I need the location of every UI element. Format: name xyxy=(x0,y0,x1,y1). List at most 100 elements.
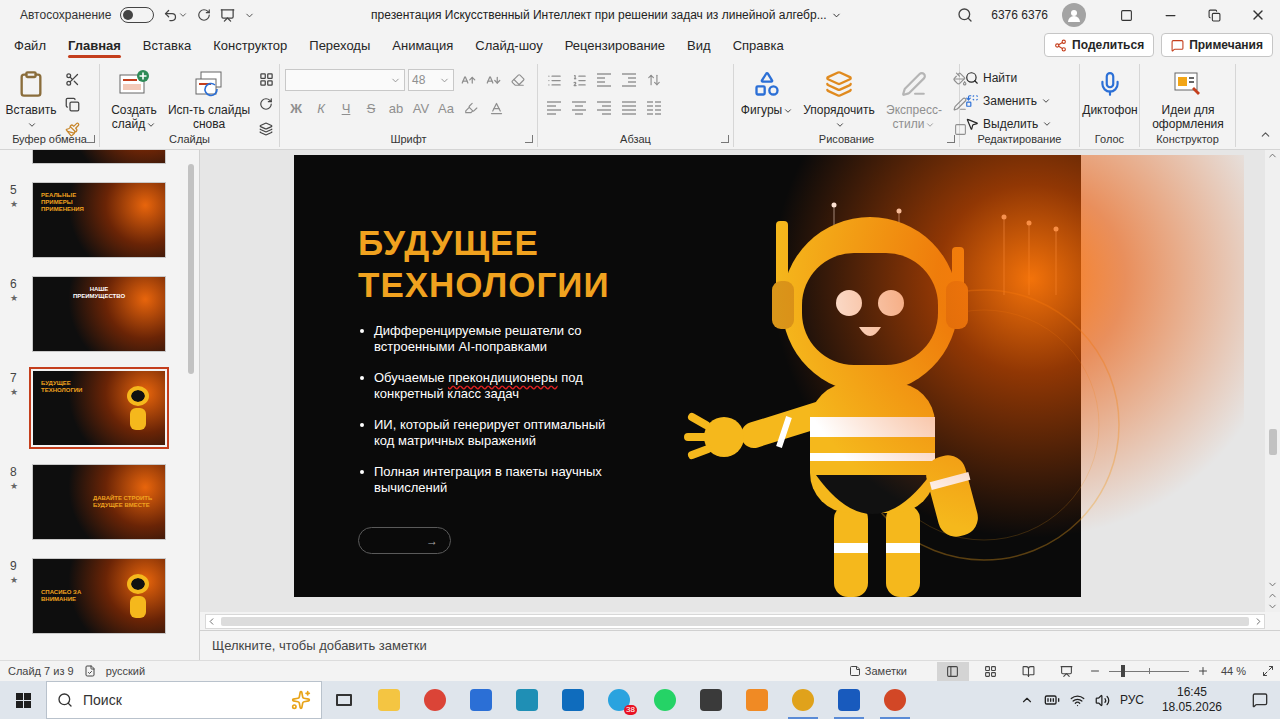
font-style-button[interactable]: AV xyxy=(410,97,432,119)
highlight-button[interactable] xyxy=(460,97,482,119)
slide-thumbnail[interactable]: СПАСИБО ЗА ВНИМАНИЕ xyxy=(33,559,165,633)
taskbar-app[interactable] xyxy=(780,681,826,719)
launcher-icon[interactable] xyxy=(87,135,95,143)
ribbon-tab[interactable]: Главная xyxy=(57,30,132,60)
reset-button[interactable] xyxy=(255,93,277,115)
ribbon-options-button[interactable] xyxy=(1104,0,1148,30)
align-right-button[interactable] xyxy=(593,97,615,119)
scroll-thumb[interactable] xyxy=(221,617,1249,626)
customize-button[interactable] xyxy=(244,10,255,21)
quick-styles-button[interactable]: Экспресс-стили xyxy=(883,66,945,131)
font-name-field[interactable] xyxy=(285,69,405,91)
ribbon-tab[interactable]: Анимация xyxy=(381,30,464,60)
taskbar-app[interactable] xyxy=(734,681,780,719)
taskbar-app[interactable] xyxy=(688,681,734,719)
close-button[interactable] xyxy=(1236,0,1280,30)
taskbar-app[interactable] xyxy=(412,681,458,719)
ribbon-tab[interactable]: Файл xyxy=(3,30,57,60)
scroll-thumb[interactable] xyxy=(188,164,194,374)
share-button[interactable]: Поделиться xyxy=(1044,33,1154,57)
ribbon-tab[interactable]: Вид xyxy=(676,30,722,60)
start-slideshow-button[interactable] xyxy=(220,8,235,23)
font-style-button[interactable]: S xyxy=(360,97,382,119)
taskbar-search[interactable]: Поиск xyxy=(46,681,322,719)
task-view-button[interactable] xyxy=(322,681,366,719)
horizontal-scrollbar[interactable] xyxy=(205,614,1265,629)
slide-thumbnail[interactable] xyxy=(33,150,165,163)
view-button[interactable] xyxy=(1051,662,1083,681)
undo-button[interactable] xyxy=(163,8,188,23)
ribbon-tab[interactable]: Конструктор xyxy=(202,30,298,60)
layout-button[interactable] xyxy=(255,68,277,90)
launcher-icon[interactable] xyxy=(525,135,533,143)
document-title[interactable]: презентация Искусственный Интеллект при … xyxy=(255,8,957,22)
zoom-thumb[interactable] xyxy=(1121,665,1125,677)
view-button[interactable] xyxy=(1013,662,1045,681)
slide-thumbnail[interactable]: БУДУЩЕЕ ТЕХНОЛОГИИ xyxy=(33,371,165,445)
search-button[interactable] xyxy=(957,7,973,23)
panel-scrollbar[interactable] xyxy=(185,152,197,658)
taskbar-app[interactable] xyxy=(826,681,872,719)
font-style-button[interactable]: К xyxy=(310,97,332,119)
clear-format-button[interactable] xyxy=(507,69,529,91)
zoom-slider[interactable] xyxy=(1109,665,1189,677)
input-language[interactable]: РУС xyxy=(1120,693,1144,707)
new-slide-button[interactable]: Создать слайд xyxy=(105,66,163,131)
grow-font-button[interactable] xyxy=(457,69,479,91)
taskbar-app[interactable] xyxy=(642,681,688,719)
font-size-field[interactable]: 48 xyxy=(408,69,454,91)
notes-button[interactable]: Заметки xyxy=(849,665,907,677)
clock[interactable]: 16:4518.05.2026 xyxy=(1154,685,1230,715)
start-button[interactable] xyxy=(0,681,46,719)
shrink-font-button[interactable] xyxy=(482,69,504,91)
slide-thumbnail[interactable]: РЕАЛЬНЫЕ ПРИМЕРЫ ПРИМЕНЕНИЯ xyxy=(33,183,165,257)
arrange-button[interactable]: Упорядочить xyxy=(799,66,879,131)
font-style-button[interactable]: Ч xyxy=(335,97,357,119)
reuse-slides-button[interactable]: Исп-ть слайды снова xyxy=(167,66,251,131)
redo-button[interactable] xyxy=(197,8,211,22)
font-style-button[interactable]: ab xyxy=(385,97,407,119)
bullets-button[interactable] xyxy=(543,69,565,91)
ribbon-tab[interactable]: Справка xyxy=(722,30,795,60)
taskbar-app[interactable] xyxy=(872,681,918,719)
comments-button[interactable]: Примечания xyxy=(1161,33,1273,57)
vertical-scrollbar[interactable] xyxy=(1265,150,1280,612)
replace-button[interactable]: Заменить xyxy=(965,91,1052,111)
ribbon-tab[interactable]: Вставка xyxy=(132,30,202,60)
font-color-button[interactable] xyxy=(485,97,507,119)
taskbar-app[interactable] xyxy=(366,681,412,719)
select-button[interactable]: Выделить xyxy=(965,114,1052,134)
notifications-button[interactable] xyxy=(1240,692,1280,708)
align-left-button[interactable] xyxy=(543,97,565,119)
design-ideas-button[interactable]: Идеи для оформления xyxy=(1145,66,1231,131)
scroll-thumb[interactable] xyxy=(1269,429,1277,455)
ribbon-tab[interactable]: Переходы xyxy=(298,30,381,60)
paste-button[interactable]: Вставить xyxy=(5,66,57,131)
shapes-button[interactable]: Фигуры xyxy=(739,66,795,117)
find-button[interactable]: Найти xyxy=(965,68,1052,88)
line-spacing-button[interactable] xyxy=(643,69,665,91)
restore-button[interactable] xyxy=(1192,0,1236,30)
taskbar-app[interactable]: 38 xyxy=(596,681,642,719)
collapse-ribbon-button[interactable] xyxy=(1251,127,1280,149)
font-style-button[interactable]: Aa xyxy=(435,97,457,119)
view-button[interactable] xyxy=(937,662,969,681)
autosave-toggle[interactable] xyxy=(120,7,154,23)
columns-button[interactable] xyxy=(643,97,665,119)
cut-button[interactable] xyxy=(61,68,83,90)
slide-thumbnail[interactable]: НАШЕ ПРЕИМУЩЕСТВО xyxy=(33,277,165,351)
view-button[interactable] xyxy=(975,662,1007,681)
dictate-button[interactable]: Диктофон xyxy=(1085,66,1135,117)
notes-field[interactable]: Щелкните, чтобы добавить заметки xyxy=(200,630,1280,660)
launcher-icon[interactable] xyxy=(721,135,729,143)
decrease-indent-button[interactable] xyxy=(593,69,615,91)
numbering-button[interactable] xyxy=(568,69,590,91)
ribbon-tab[interactable]: Рецензирование xyxy=(554,30,676,60)
slide[interactable]: БУДУЩЕЕТЕХНОЛОГИИДифференцируемые решате… xyxy=(294,155,1081,597)
justify-button[interactable] xyxy=(618,97,640,119)
user-avatar[interactable] xyxy=(1062,3,1086,27)
launcher-icon[interactable] xyxy=(947,135,955,143)
font-style-button[interactable]: Ж xyxy=(285,97,307,119)
slide-button[interactable]: → xyxy=(358,527,451,554)
align-center-button[interactable] xyxy=(568,97,590,119)
